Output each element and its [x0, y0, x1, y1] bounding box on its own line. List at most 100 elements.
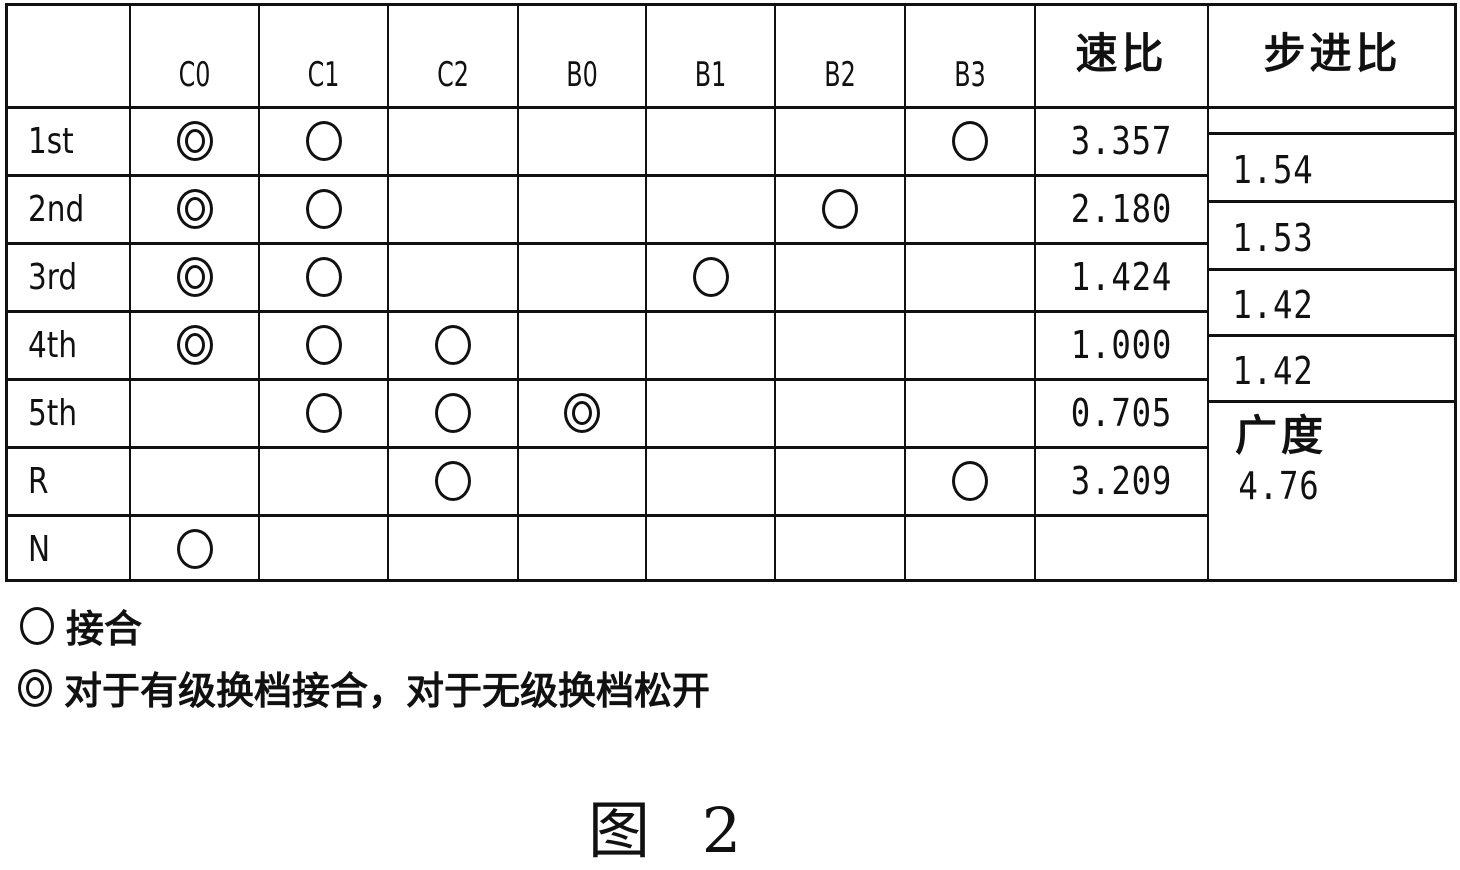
table-cell	[130, 311, 259, 379]
speed-ratio-value: 2.180	[1070, 187, 1173, 231]
single-circle-icon	[305, 325, 342, 365]
row-label-4th: 4th	[27, 324, 78, 366]
column-header-b3: B3	[954, 55, 986, 95]
table-cell	[388, 107, 518, 175]
column-header-c0: C0	[178, 55, 211, 95]
table-cell	[905, 447, 1035, 515]
speed-ratio-value: 1.424	[1070, 255, 1173, 299]
table-cell	[905, 175, 1035, 243]
table-cell	[646, 379, 775, 447]
double-circle-icon	[18, 668, 52, 707]
spread-value: 4.76	[1238, 464, 1320, 508]
table-cell	[259, 379, 388, 447]
double-circle-icon	[564, 393, 600, 433]
figure-caption: 图 2	[588, 794, 758, 867]
single-circle-icon	[952, 461, 988, 501]
step-ratio-value: 1.42	[1232, 283, 1314, 327]
column-header-b0: B0	[566, 55, 598, 95]
legend-double: 对于有级换档接合，对于无级换档松开	[18, 660, 710, 715]
table-cell	[775, 379, 905, 447]
table-cell	[646, 311, 775, 379]
row-label-5th: 5th	[27, 392, 78, 434]
table-cell	[905, 107, 1035, 175]
table-cell	[388, 379, 518, 447]
table-cell	[518, 243, 646, 311]
table-cell	[259, 243, 388, 311]
table-cell	[130, 107, 259, 175]
table-cell	[130, 515, 259, 583]
table-cell	[388, 311, 518, 379]
table-cell	[130, 175, 259, 243]
table-cell	[518, 379, 646, 447]
table-cell	[518, 447, 646, 515]
column-header-b1: B1	[694, 55, 727, 95]
table-cell	[518, 311, 646, 379]
table-cell	[775, 311, 905, 379]
speed-ratio-value: 0.705	[1070, 391, 1173, 435]
single-circle-icon	[305, 121, 342, 161]
row-label-r: R	[27, 460, 49, 502]
table-cell	[646, 243, 775, 311]
row-label-3rd: 3rd	[27, 256, 78, 298]
table-cell	[388, 175, 518, 243]
double-circle-icon	[176, 121, 213, 161]
single-circle-icon	[305, 189, 342, 229]
column-header-speed-ratio: 速比	[1075, 28, 1168, 78]
spread-label: 广度	[1234, 410, 1327, 460]
double-circle-icon	[176, 189, 213, 229]
table-cell	[259, 107, 388, 175]
table-cell	[775, 107, 905, 175]
legend-engaged: 接合	[20, 598, 142, 653]
single-circle-icon	[435, 461, 471, 501]
legend-engaged-text: 接合	[66, 606, 143, 651]
table-cell	[775, 447, 905, 515]
grid-hline	[1208, 132, 1457, 135]
legend-double-text: 对于有级换档接合，对于无级换档松开	[64, 668, 711, 713]
column-header-step-ratio: 步进比	[1263, 28, 1402, 78]
table-cell	[388, 515, 518, 583]
single-circle-icon	[435, 393, 471, 433]
single-circle-icon	[305, 393, 342, 433]
single-circle-icon	[305, 257, 342, 297]
single-circle-icon	[692, 257, 729, 297]
table-cell	[518, 107, 646, 175]
column-header-c1: C1	[307, 55, 340, 95]
row-label-1st: 1st	[27, 120, 74, 162]
speed-ratio-value: 3.209	[1070, 459, 1173, 503]
table-cell	[388, 447, 518, 515]
table-cell	[646, 447, 775, 515]
table-cell	[775, 515, 905, 583]
table-cell	[905, 311, 1035, 379]
speed-ratio-value: 3.357	[1070, 119, 1173, 163]
table-cell	[259, 447, 388, 515]
table-cell	[775, 175, 905, 243]
table-cell	[905, 515, 1035, 583]
table-cell	[518, 515, 646, 583]
table-cell	[130, 447, 259, 515]
table-cell	[646, 175, 775, 243]
table-cell	[259, 175, 388, 243]
column-header-b2: B2	[824, 55, 856, 95]
table-cell	[518, 175, 646, 243]
step-ratio-value: 1.53	[1232, 216, 1314, 260]
table-cell	[130, 243, 259, 311]
single-circle-icon	[20, 606, 54, 645]
table-cell	[130, 379, 259, 447]
column-header-c2: C2	[437, 55, 469, 95]
table-cell	[905, 243, 1035, 311]
double-circle-icon	[176, 257, 213, 297]
speed-ratio-value	[1048, 515, 1195, 583]
single-circle-icon	[822, 189, 858, 229]
single-circle-icon	[435, 325, 471, 365]
speed-ratio-value: 1.000	[1070, 323, 1173, 367]
single-circle-icon	[952, 121, 988, 161]
table-cell	[646, 107, 775, 175]
step-ratio-value: 1.42	[1232, 349, 1314, 393]
table-cell	[775, 243, 905, 311]
table-cell	[259, 311, 388, 379]
step-ratio-value: 1.54	[1232, 148, 1314, 192]
table-cell	[259, 515, 388, 583]
row-label-2nd: 2nd	[27, 188, 85, 230]
double-circle-icon	[176, 325, 213, 365]
single-circle-icon	[176, 529, 213, 569]
